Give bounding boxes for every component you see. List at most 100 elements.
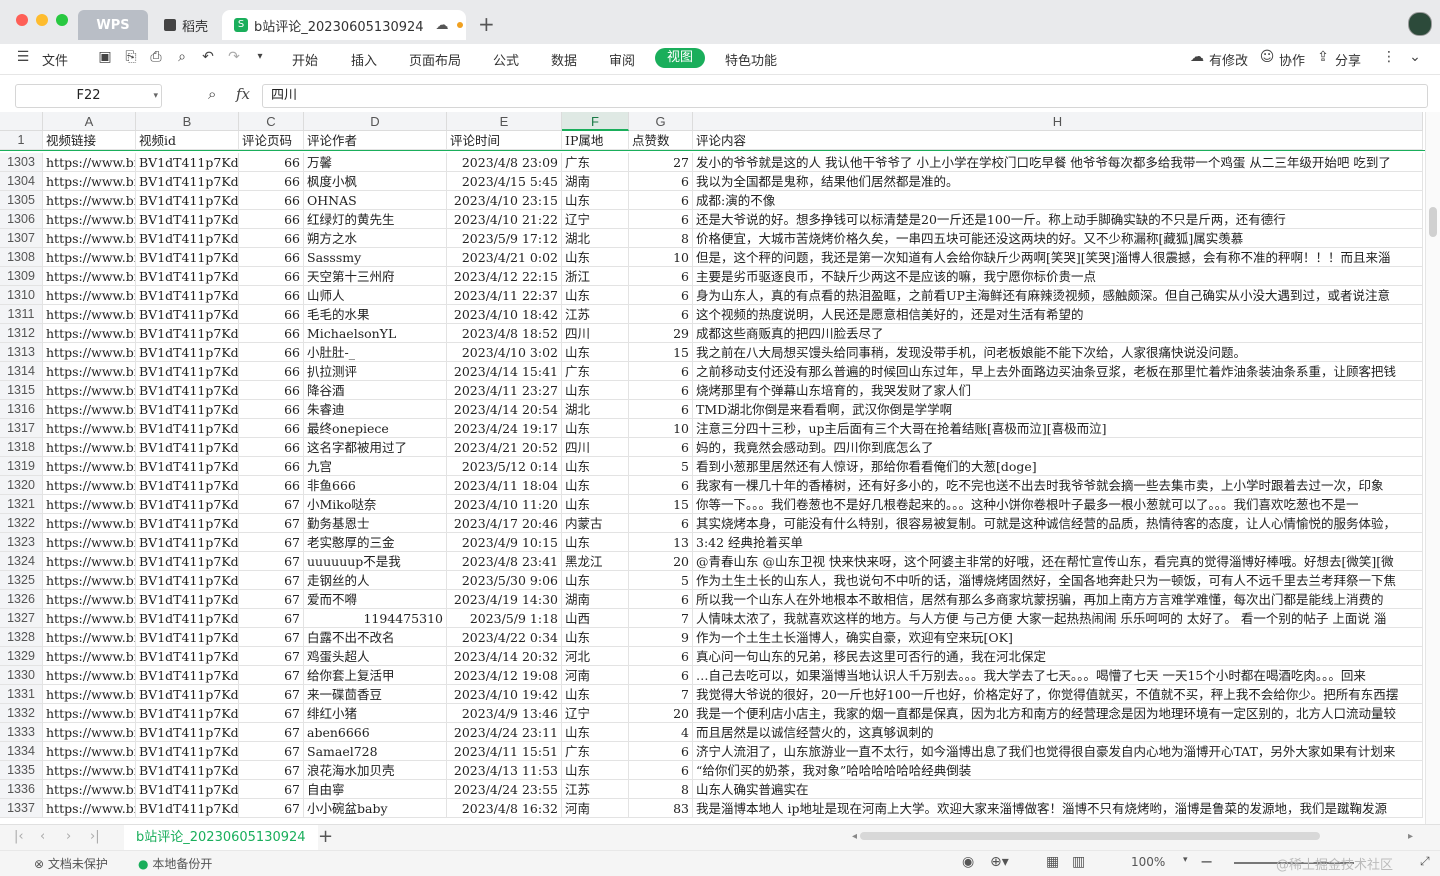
cell-d[interactable]: 天空第十三州府 bbox=[304, 267, 447, 286]
cell-a[interactable]: https://www.bili bbox=[43, 248, 136, 267]
cell-f[interactable]: 山东 bbox=[562, 533, 629, 552]
cell-a[interactable]: https://www.bili bbox=[43, 685, 136, 704]
cell-f[interactable]: 山东 bbox=[562, 685, 629, 704]
cell-c[interactable]: 66 bbox=[239, 419, 304, 438]
cell-b[interactable]: BV1dT411p7Kd bbox=[136, 685, 239, 704]
cell-h[interactable]: 发小的爷爷就是这的人 我认他干爷爷了 小上小学在学校门口吃早餐 他爷爷每次都多给… bbox=[693, 153, 1423, 172]
cell-c[interactable]: 67 bbox=[239, 704, 304, 723]
cell-f[interactable]: 山东 bbox=[562, 628, 629, 647]
cell-f[interactable]: 山东 bbox=[562, 761, 629, 780]
cell-h[interactable]: 我以为全国都是鬼称，结果他们居然都是准的。 bbox=[693, 172, 1423, 191]
cell-f[interactable]: 山东 bbox=[562, 723, 629, 742]
cell-a[interactable]: https://www.bili bbox=[43, 381, 136, 400]
cell-e[interactable]: 2023/4/24 19:17 bbox=[447, 419, 562, 438]
prev-sheet-icon[interactable]: ‹ bbox=[40, 829, 45, 844]
column-header-e[interactable]: E bbox=[447, 112, 562, 131]
cell-a[interactable]: https://www.bili bbox=[43, 647, 136, 666]
cell-d[interactable]: 非鱼666 bbox=[304, 476, 447, 495]
cell-b[interactable]: BV1dT411p7Kd bbox=[136, 742, 239, 761]
row-number[interactable]: 1303 bbox=[0, 153, 43, 172]
cell-g[interactable]: 6 bbox=[629, 438, 693, 457]
row-number[interactable]: 1308 bbox=[0, 248, 43, 267]
row-number[interactable]: 1311 bbox=[0, 305, 43, 324]
cell-b[interactable]: BV1dT411p7Kd bbox=[136, 571, 239, 590]
cell-d[interactable]: 万馨 bbox=[304, 153, 447, 172]
cell-f[interactable]: 内蒙古 bbox=[562, 514, 629, 533]
cell-c[interactable]: 67 bbox=[239, 609, 304, 628]
cell-c[interactable]: 66 bbox=[239, 267, 304, 286]
menu-formula[interactable]: 公式 bbox=[493, 50, 519, 69]
cell-f[interactable]: 浙江 bbox=[562, 267, 629, 286]
cell-f[interactable]: 广东 bbox=[562, 153, 629, 172]
cell-a[interactable]: https://www.bili bbox=[43, 457, 136, 476]
row-number[interactable]: 1313 bbox=[0, 343, 43, 362]
cell-h[interactable]: 山东人确实普遍实在 bbox=[693, 780, 1423, 799]
collapse-ribbon-icon[interactable]: ⌄ bbox=[1406, 48, 1424, 66]
cell-c[interactable]: 67 bbox=[239, 514, 304, 533]
cell-b[interactable]: BV1dT411p7Kd bbox=[136, 438, 239, 457]
cell-c[interactable]: 67 bbox=[239, 628, 304, 647]
cell-h[interactable]: 但是，这个秤的问题，我还是第一次知道有人会给你缺斤少两啊[笑哭][笑哭]淄博人很… bbox=[693, 248, 1423, 267]
row-number[interactable]: 1318 bbox=[0, 438, 43, 457]
cell-g[interactable]: 6 bbox=[629, 400, 693, 419]
cell-h[interactable]: 还是大爷说的好。想多挣钱可以标清楚是20一斤还是100一斤。称上动手脚确实缺的不… bbox=[693, 210, 1423, 229]
vertical-scroll-thumb[interactable] bbox=[1429, 207, 1437, 237]
cell-f[interactable]: 辽宁 bbox=[562, 704, 629, 723]
row-number[interactable]: 1 bbox=[0, 131, 43, 150]
row-number[interactable]: 1312 bbox=[0, 324, 43, 343]
cell-b[interactable]: BV1dT411p7Kd bbox=[136, 628, 239, 647]
cell-f[interactable]: 山西 bbox=[562, 609, 629, 628]
cell-d[interactable]: Sasssmy bbox=[304, 248, 447, 267]
cell-d[interactable]: 朔方之水 bbox=[304, 229, 447, 248]
cell-e[interactable]: 2023/4/10 11:20 bbox=[447, 495, 562, 514]
cell-d[interactable]: 浪花海水加贝壳 bbox=[304, 761, 447, 780]
row-number[interactable]: 1334 bbox=[0, 742, 43, 761]
cell-h[interactable]: “给你们买的奶茶，我对象”哈哈哈哈哈哈经典倒装 bbox=[693, 761, 1423, 780]
cell-g[interactable]: 6 bbox=[629, 514, 693, 533]
cell-c[interactable]: 66 bbox=[239, 172, 304, 191]
cell-a[interactable]: https://www.bili bbox=[43, 210, 136, 229]
cell-g[interactable]: 6 bbox=[629, 476, 693, 495]
cell-a[interactable]: https://www.bili bbox=[43, 362, 136, 381]
row-number[interactable]: 1321 bbox=[0, 495, 43, 514]
cell-g[interactable]: 6 bbox=[629, 267, 693, 286]
cell-a[interactable]: https://www.bili bbox=[43, 324, 136, 343]
cell-a[interactable]: https://www.bili bbox=[43, 590, 136, 609]
row-number[interactable]: 1328 bbox=[0, 628, 43, 647]
cell-f[interactable]: 湖北 bbox=[562, 400, 629, 419]
collab-button[interactable]: 协作 bbox=[1279, 50, 1305, 69]
cell-d[interactable]: 白露不出不改名 bbox=[304, 628, 447, 647]
cell-d[interactable]: 红绿灯的黄先生 bbox=[304, 210, 447, 229]
cell-c[interactable]: 66 bbox=[239, 324, 304, 343]
cell-b[interactable]: BV1dT411p7Kd bbox=[136, 723, 239, 742]
cell-b[interactable]: BV1dT411p7Kd bbox=[136, 400, 239, 419]
cell-b[interactable]: BV1dT411p7Kd bbox=[136, 647, 239, 666]
cell-g[interactable]: 6 bbox=[629, 590, 693, 609]
cell-g[interactable]: 15 bbox=[629, 343, 693, 362]
row-number[interactable]: 1324 bbox=[0, 552, 43, 571]
header-cell-f[interactable]: IP属地 bbox=[562, 131, 629, 150]
cell-b[interactable]: BV1dT411p7Kd bbox=[136, 153, 239, 172]
menu-view[interactable]: 视图 bbox=[655, 48, 705, 68]
cell-c[interactable]: 67 bbox=[239, 533, 304, 552]
more-quick-icon[interactable]: ▾ bbox=[251, 48, 269, 66]
cell-g[interactable]: 10 bbox=[629, 248, 693, 267]
row-number[interactable]: 1319 bbox=[0, 457, 43, 476]
cell-e[interactable]: 2023/4/11 22:37 bbox=[447, 286, 562, 305]
row-number[interactable]: 1316 bbox=[0, 400, 43, 419]
cell-g[interactable]: 10 bbox=[629, 419, 693, 438]
cell-h[interactable]: 你等一下。。。我们卷葱也不是好几根卷起来的。。。这种小饼你卷根叶子最多一根小葱就… bbox=[693, 495, 1423, 514]
cell-g[interactable]: 4 bbox=[629, 723, 693, 742]
cell-a[interactable]: https://www.bili bbox=[43, 419, 136, 438]
header-cell-d[interactable]: 评论作者 bbox=[304, 131, 447, 150]
cell-a[interactable]: https://www.bili bbox=[43, 761, 136, 780]
cell-a[interactable]: https://www.bili bbox=[43, 172, 136, 191]
cell-a[interactable]: https://www.bili bbox=[43, 571, 136, 590]
cell-f[interactable]: 山东 bbox=[562, 457, 629, 476]
cell-f[interactable]: 广东 bbox=[562, 362, 629, 381]
row-number[interactable]: 1330 bbox=[0, 666, 43, 685]
name-box[interactable]: F22 ▾ bbox=[15, 84, 162, 108]
cell-e[interactable]: 2023/4/15 5:45 bbox=[447, 172, 562, 191]
cell-a[interactable]: https://www.bili bbox=[43, 742, 136, 761]
cell-f[interactable]: 山东 bbox=[562, 286, 629, 305]
